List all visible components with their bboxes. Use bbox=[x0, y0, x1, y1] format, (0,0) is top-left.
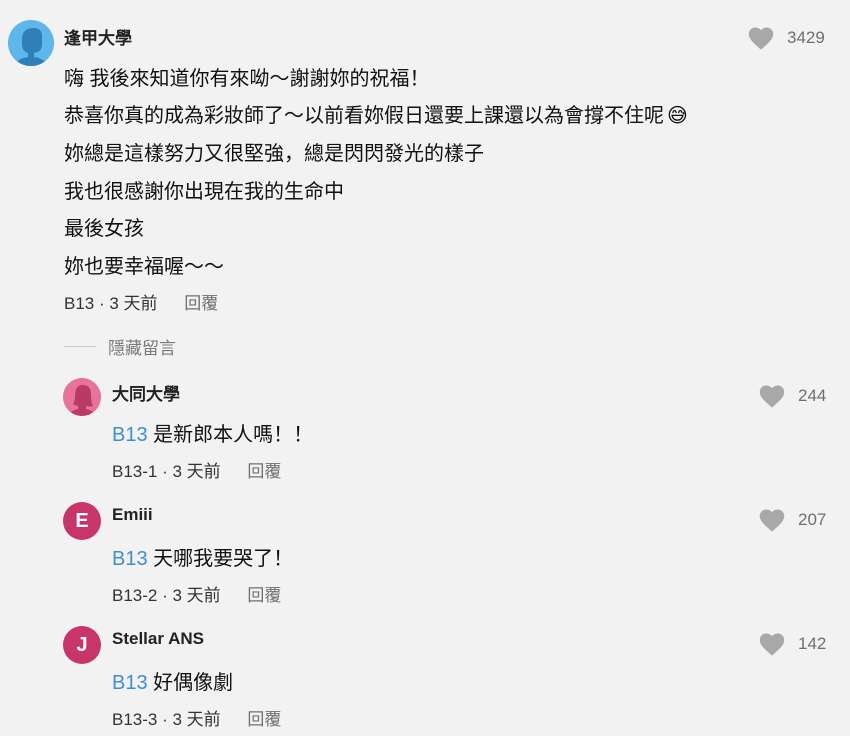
avatar-initial: E bbox=[75, 509, 89, 532]
like-button[interactable]: 142 bbox=[758, 631, 826, 657]
meta-separator: · bbox=[162, 586, 173, 605]
reply-button[interactable]: 回覆 bbox=[247, 710, 281, 729]
floor-label: B13-2 bbox=[112, 586, 158, 605]
female-avatar-icon bbox=[63, 378, 101, 416]
reply-button[interactable]: 回覆 bbox=[247, 586, 281, 605]
floor-tag-link[interactable]: B13 bbox=[112, 672, 148, 694]
reply-author[interactable]: Emiii bbox=[112, 505, 153, 525]
floor-tag-link[interactable]: B13 bbox=[112, 424, 148, 446]
comment-text-line: 最後女孩 bbox=[64, 218, 144, 240]
timestamp: 3 天前 bbox=[109, 294, 158, 313]
reply-meta: B13-2 · 3 天前 回覆 bbox=[112, 581, 281, 606]
sweat-smile-emoji-icon: 😅 bbox=[667, 105, 688, 127]
like-button[interactable]: 207 bbox=[758, 507, 826, 533]
like-button[interactable]: 244 bbox=[758, 383, 826, 409]
reply-text: B13 天哪我要哭了！ bbox=[112, 542, 293, 571]
floor-label: B13-1 bbox=[112, 462, 158, 481]
like-button[interactable]: 3429 bbox=[747, 25, 825, 51]
heart-icon bbox=[759, 633, 785, 656]
comment-text-line: 恭喜你真的成為彩妝師了～以前看妳假日還要上課還以為會撐不住呢 😅 bbox=[64, 99, 688, 128]
avatar[interactable]: J bbox=[63, 626, 101, 664]
floor-tag-link[interactable]: B13 bbox=[112, 548, 148, 570]
floor-label: B13-3 bbox=[112, 710, 158, 729]
reply-meta: B13-3 · 3 天前 回覆 bbox=[112, 705, 281, 730]
comment-text-line: 嗨 我後來知道你有來呦～謝謝妳的祝福！ bbox=[64, 68, 430, 90]
avatar[interactable] bbox=[63, 378, 101, 416]
avatar[interactable] bbox=[8, 20, 54, 66]
timestamp: 3 天前 bbox=[172, 462, 221, 481]
comment-author[interactable]: 逢甲大學 bbox=[64, 24, 132, 49]
avatar[interactable]: E bbox=[63, 502, 101, 540]
reply-text-content: 是新郎本人嗎！！ bbox=[153, 424, 314, 446]
like-count: 244 bbox=[798, 386, 827, 405]
reply-meta: B13-1 · 3 天前 回覆 bbox=[112, 457, 281, 482]
reply-text: B13 是新郎本人嗎！！ bbox=[112, 418, 313, 447]
avatar-initial: J bbox=[76, 633, 88, 656]
meta-separator: · bbox=[162, 710, 173, 729]
like-count: 3429 bbox=[787, 28, 825, 47]
meta-separator: · bbox=[162, 462, 173, 481]
reply-author[interactable]: 大同大學 bbox=[112, 380, 180, 405]
comment-text-line: 我也很感謝你出現在我的生命中 bbox=[64, 181, 344, 203]
reply-button[interactable]: 回覆 bbox=[184, 294, 218, 313]
comment-meta: B13 · 3 天前 回覆 bbox=[64, 289, 218, 314]
comment-text-fragment: 恭喜你真的成為彩妝師了～以前看妳假日還要上課還以為會撐不住呢 bbox=[64, 105, 664, 127]
reply-text-content: 好偶像劇 bbox=[153, 672, 234, 694]
male-avatar-icon bbox=[8, 20, 54, 66]
heart-icon bbox=[759, 385, 785, 408]
comment-thread: 逢甲大學 3429 嗨 我後來知道你有來呦～謝謝妳的祝福！ 恭喜你真的成為彩妝師… bbox=[0, 0, 850, 736]
floor-label: B13 bbox=[64, 294, 95, 313]
timestamp: 3 天前 bbox=[172, 710, 221, 729]
comment-text-line: 妳總是這樣努力又很堅強，總是閃閃發光的樣子 bbox=[64, 143, 484, 165]
reply-text-content: 天哪我要哭了！ bbox=[153, 548, 294, 570]
meta-separator: · bbox=[98, 294, 110, 313]
comment-text-line: 妳也要幸福喔～～ bbox=[64, 256, 224, 278]
heart-icon bbox=[748, 27, 774, 50]
heart-icon bbox=[759, 509, 785, 532]
like-count: 207 bbox=[798, 510, 827, 529]
timestamp: 3 天前 bbox=[172, 586, 221, 605]
reply-author[interactable]: Stellar ANS bbox=[112, 629, 204, 649]
like-count: 142 bbox=[798, 634, 827, 653]
divider bbox=[64, 346, 96, 347]
hide-replies-button[interactable]: 隱藏留言 bbox=[64, 334, 176, 359]
reply-button[interactable]: 回覆 bbox=[247, 462, 281, 481]
hide-replies-label: 隱藏留言 bbox=[108, 339, 176, 358]
reply-text: B13 好偶像劇 bbox=[112, 666, 233, 695]
